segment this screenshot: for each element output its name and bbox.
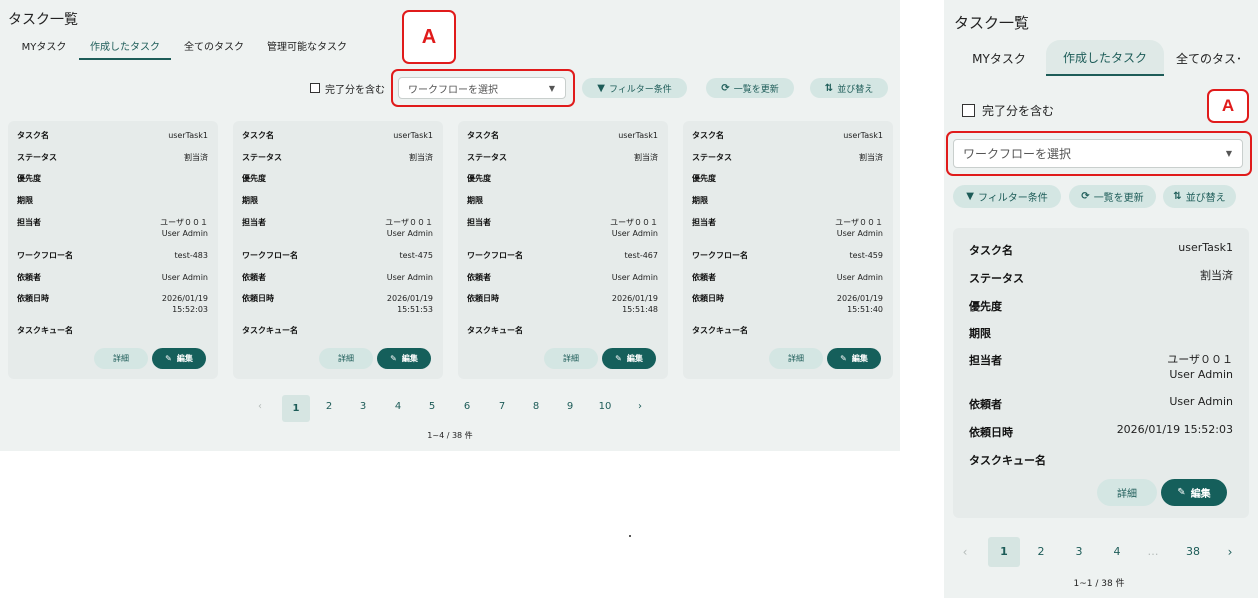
prev-page-button[interactable]: ‹ bbox=[252, 401, 268, 412]
filter-icon: ▼ bbox=[966, 191, 974, 202]
refresh-label: 一覧を更新 bbox=[1093, 193, 1144, 204]
include-completed-label: 完了分を含む bbox=[982, 104, 1055, 118]
pencil-icon: ✎ bbox=[1177, 487, 1186, 498]
task-card[interactable]: タスク名 userTask1 ステータス 割当済 優先度 期限 担当者 ユーザ００１ U… bbox=[233, 121, 443, 379]
page-button[interactable]: 3 bbox=[1070, 545, 1088, 558]
page-button[interactable]: 4 bbox=[1108, 545, 1126, 558]
include-completed-checkbox[interactable] bbox=[310, 83, 320, 93]
tab-created-tasks[interactable]: 作成したタスク bbox=[1046, 40, 1164, 76]
task-card[interactable]: タスク名 userTask1 ステータス 割当済 優先度 期限 担当者 ユーザ００１ U… bbox=[953, 228, 1249, 518]
refresh-button[interactable]: ⟳ 一覧を更新 bbox=[706, 78, 794, 98]
page-button[interactable]: 8 bbox=[528, 401, 544, 412]
page-button[interactable]: 3 bbox=[355, 401, 371, 412]
tab-my-tasks[interactable]: MYタスク bbox=[19, 38, 69, 58]
page-button[interactable]: 6 bbox=[459, 401, 475, 412]
mobile-view: タスク一覧 MYタスク 作成したタスク 全てのタス･ 完了分を含む A ワークフ… bbox=[944, 0, 1258, 598]
filter-button[interactable]: ▼ フィルター条件 bbox=[953, 185, 1061, 208]
include-completed-label: 完了分を含む bbox=[325, 85, 385, 96]
page-title: タスク一覧 bbox=[954, 14, 1030, 32]
detail-button[interactable]: 詳細 bbox=[319, 348, 373, 369]
edit-button[interactable]: ✎ 編集 bbox=[152, 348, 206, 369]
pagination-ellipsis: … bbox=[1147, 545, 1159, 558]
sort-label: 並び替え bbox=[1185, 193, 1226, 204]
page-button[interactable]: 5 bbox=[424, 401, 440, 412]
desktop-view: タスク一覧 MYタスク 作成したタスク 全てのタスク 管理可能なタスク 完了分を… bbox=[0, 0, 900, 451]
edit-button[interactable]: ✎ 編集 bbox=[827, 348, 881, 369]
include-completed-checkbox[interactable] bbox=[962, 104, 975, 117]
pencil-icon: ✎ bbox=[165, 354, 172, 363]
refresh-icon: ⟳ bbox=[721, 82, 730, 94]
pencil-icon: ✎ bbox=[840, 354, 847, 363]
page-title: タスク一覧 bbox=[8, 12, 78, 28]
edit-button[interactable]: ✎ 編集 bbox=[377, 348, 431, 369]
pagination-info: 1~1 / 38 件 bbox=[1073, 579, 1125, 589]
page-button[interactable]: 9 bbox=[562, 401, 578, 412]
page-button[interactable]: 10 bbox=[594, 401, 616, 412]
task-card[interactable]: タスク名 userTask1 ステータス 割当済 優先度 期限 担当者 ユーザ００１ U… bbox=[8, 121, 218, 379]
tab-all-tasks[interactable]: 全てのタスク bbox=[181, 38, 247, 58]
detail-button[interactable]: 詳細 bbox=[769, 348, 823, 369]
tab-manageable-tasks[interactable]: 管理可能なタスク bbox=[263, 38, 351, 58]
detail-button[interactable]: 詳細 bbox=[94, 348, 148, 369]
stray-dot bbox=[629, 535, 631, 537]
tab-my-tasks[interactable]: MYタスク bbox=[964, 47, 1034, 71]
filter-icon: ▼ bbox=[597, 82, 605, 94]
filter-button[interactable]: ▼ フィルター条件 bbox=[582, 78, 687, 98]
sort-button[interactable]: ⇅ 並び替え bbox=[1163, 185, 1236, 208]
sort-icon: ⇅ bbox=[1173, 191, 1182, 202]
detail-button[interactable]: 詳細 bbox=[544, 348, 598, 369]
edit-button[interactable]: ✎ 編集 bbox=[602, 348, 656, 369]
pagination-info: 1~4 / 38 件 bbox=[427, 431, 473, 440]
filter-label: フィルター条件 bbox=[977, 193, 1048, 204]
next-page-button[interactable]: › bbox=[1223, 545, 1237, 559]
page-button[interactable]: 7 bbox=[494, 401, 510, 412]
sort-button[interactable]: ⇅ 並び替え bbox=[810, 78, 888, 98]
marker-a: A bbox=[402, 10, 456, 64]
edit-button[interactable]: ✎ 編集 bbox=[1161, 479, 1227, 506]
page-button[interactable]: 38 bbox=[1180, 545, 1206, 558]
page-button[interactable]: 1 bbox=[282, 395, 310, 422]
task-card[interactable]: タスク名 userTask1 ステータス 割当済 優先度 期限 担当者 ユーザ００１ U… bbox=[683, 121, 893, 379]
page-button[interactable]: 4 bbox=[390, 401, 406, 412]
prev-page-button[interactable]: ‹ bbox=[958, 545, 972, 559]
highlight-box-a bbox=[946, 131, 1252, 176]
highlight-box-a bbox=[391, 69, 575, 107]
pencil-icon: ✎ bbox=[390, 354, 397, 363]
marker-a: A bbox=[1207, 89, 1249, 123]
tab-all-tasks[interactable]: 全てのタス･ bbox=[1176, 47, 1258, 71]
sort-icon: ⇅ bbox=[824, 82, 834, 94]
detail-button[interactable]: 詳細 bbox=[1097, 479, 1157, 506]
page-button[interactable]: 2 bbox=[1032, 545, 1050, 558]
next-page-button[interactable]: › bbox=[632, 401, 648, 412]
refresh-icon: ⟳ bbox=[1081, 191, 1090, 202]
task-card[interactable]: タスク名 userTask1 ステータス 割当済 優先度 期限 担当者 ユーザ００１ U… bbox=[458, 121, 668, 379]
sort-label: 並び替え bbox=[837, 84, 874, 95]
tab-created-tasks[interactable]: 作成したタスク bbox=[79, 38, 171, 60]
refresh-label: 一覧を更新 bbox=[733, 84, 779, 95]
refresh-button[interactable]: ⟳ 一覧を更新 bbox=[1069, 185, 1156, 208]
page-button[interactable]: 1 bbox=[988, 537, 1020, 567]
filter-label: フィルター条件 bbox=[608, 84, 672, 95]
pencil-icon: ✎ bbox=[615, 354, 622, 363]
page-button[interactable]: 2 bbox=[321, 401, 337, 412]
